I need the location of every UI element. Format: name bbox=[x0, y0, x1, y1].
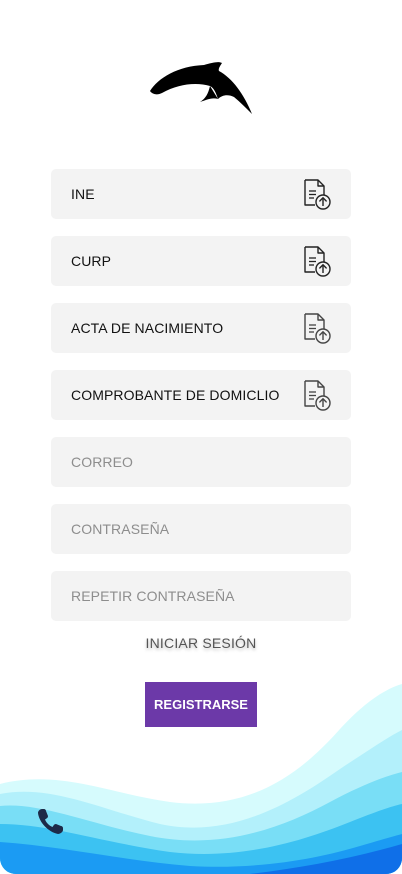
upload-field-label: CURP bbox=[71, 253, 112, 269]
upload-field-label: ACTA DE NACIMIENTO bbox=[71, 320, 224, 336]
wave-decoration bbox=[0, 684, 402, 874]
repeat-password-field[interactable]: REPETIR CONTRASEÑA bbox=[51, 571, 351, 621]
upload-field-label: COMPROBANTE DE DOMICLIO bbox=[71, 387, 280, 403]
phone-icon[interactable] bbox=[36, 806, 66, 836]
upload-field-label: INE bbox=[71, 186, 95, 202]
repeat-password-placeholder: REPETIR CONTRASEÑA bbox=[71, 588, 235, 604]
upload-field-acta-de-nacimiento[interactable]: ACTA DE NACIMIENTO bbox=[51, 303, 351, 353]
register-screen: INE CURP ACTA DE NACIMIENTO COMPROBANTE … bbox=[0, 0, 402, 874]
upload-field-comprobante-de-domicilio[interactable]: COMPROBANTE DE DOMICLIO bbox=[51, 370, 351, 420]
upload-field-curp[interactable]: CURP bbox=[51, 236, 351, 286]
file-upload-icon[interactable] bbox=[301, 178, 333, 210]
file-upload-icon[interactable] bbox=[301, 245, 333, 277]
upload-field-ine[interactable]: INE bbox=[51, 169, 351, 219]
file-upload-icon[interactable] bbox=[301, 312, 333, 344]
file-upload-icon[interactable] bbox=[301, 379, 333, 411]
password-field[interactable]: CONTRASEÑA bbox=[51, 504, 351, 554]
login-link[interactable]: INICIAR SESIÓN bbox=[0, 635, 402, 651]
password-placeholder: CONTRASEÑA bbox=[71, 521, 170, 537]
email-placeholder: CORREO bbox=[71, 454, 134, 470]
email-field[interactable]: CORREO bbox=[51, 437, 351, 487]
dolphin-logo bbox=[150, 62, 252, 114]
